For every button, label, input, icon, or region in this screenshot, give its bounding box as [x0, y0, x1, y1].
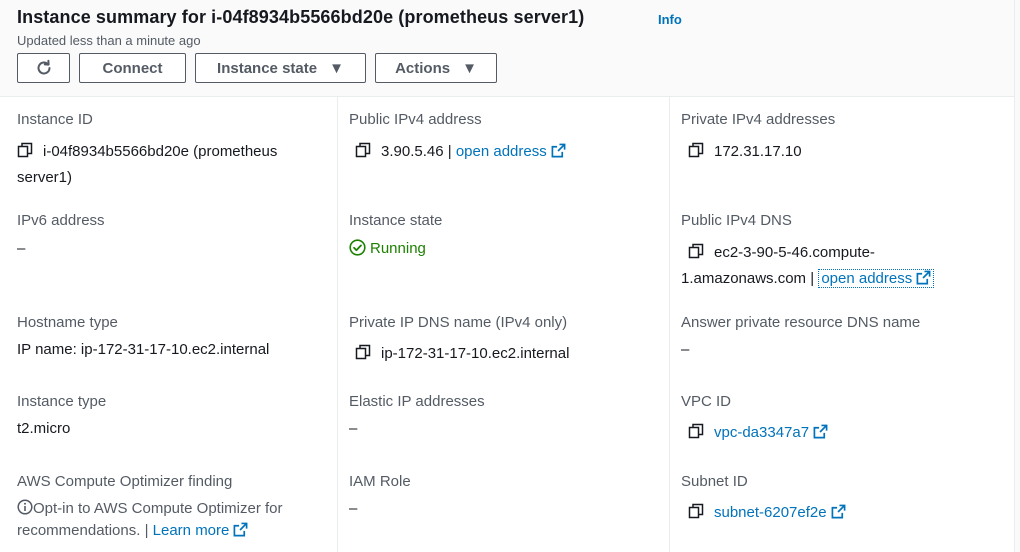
external-link-icon [916, 270, 931, 285]
iam-role-label: IAM Role [349, 473, 411, 490]
open-address-link[interactable]: open address [818, 269, 935, 288]
info-link[interactable]: Info [658, 12, 682, 27]
subnet-id-value: subnet-6207ef2e [688, 500, 846, 526]
right-edge [1014, 0, 1020, 552]
subnet-id-link-label: subnet-6207ef2e [714, 504, 827, 521]
answer-dns-label: Answer private resource DNS name [681, 314, 921, 331]
public-dns-text: ec2-3-90-5-46.compute- [714, 244, 875, 261]
optimizer-value-line2: recommendations. | Learn more [17, 518, 248, 544]
instance-state-button-label: Instance state [217, 59, 318, 77]
external-link-icon [813, 424, 828, 439]
optimizer-text: Opt-in to AWS Compute Optimizer for [33, 500, 283, 517]
copy-icon[interactable] [355, 344, 371, 360]
open-address-link-label: open address [455, 143, 547, 160]
private-dns-label: Private IP DNS name (IPv4 only) [349, 314, 568, 331]
instance-state-button[interactable]: Instance state ▼ [195, 53, 366, 83]
private-dns-value: ip-172-31-17-10.ec2.internal [355, 341, 569, 367]
external-link-icon [551, 143, 566, 158]
open-address-link[interactable]: open address [456, 143, 566, 160]
public-ipv4-label: Public IPv4 address [349, 111, 482, 128]
connect-button[interactable]: Connect [79, 53, 186, 83]
vpc-id-link-label: vpc-da3347a7 [714, 424, 810, 441]
copy-icon[interactable] [355, 142, 371, 158]
instance-id-value-line2: server1) [17, 169, 73, 186]
instance-state-value: Running [349, 236, 426, 262]
instance-id-value: i-04f8934b5566bd20e (prometheus [17, 139, 277, 165]
optimizer-label: AWS Compute Optimizer finding [17, 473, 233, 490]
instance-id-label: Instance ID [17, 111, 93, 128]
instance-state-label: Instance state [349, 212, 443, 229]
public-ipv4-text: 3.90.5.46 [381, 143, 444, 160]
public-dns-text-line2: 1.amazonaws.com [681, 270, 807, 287]
column-divider [337, 97, 338, 552]
page-title: Instance summary for i-04f8934b5566bd20e… [17, 7, 585, 27]
copy-icon[interactable] [688, 423, 704, 439]
instance-type-value: t2.micro [17, 420, 71, 437]
learn-more-link-label: Learn more [152, 522, 230, 539]
answer-dns-value: – [681, 341, 690, 358]
summary-header: Instance summary for i-04f8934b5566bd20e… [0, 0, 1014, 97]
subnet-id-label: Subnet ID [681, 473, 748, 490]
connect-button-label: Connect [102, 59, 163, 77]
private-ipv4-label: Private IPv4 addresses [681, 111, 836, 128]
hostname-type-label: Hostname type [17, 314, 118, 331]
separator: | [447, 143, 452, 160]
updated-timestamp: Updated less than a minute ago [17, 33, 201, 48]
separator: | [810, 270, 815, 287]
optimizer-text-line2: recommendations. [17, 522, 141, 539]
subnet-id-link[interactable]: subnet-6207ef2e [714, 504, 846, 521]
refresh-icon [37, 59, 50, 75]
copy-icon[interactable] [688, 503, 704, 519]
hostname-type-value: IP name: ip-172-31-17-10.ec2.internal [17, 341, 270, 358]
column-divider [669, 97, 670, 552]
private-ipv4-value: 172.31.17.10 [688, 139, 802, 165]
instance-type-label: Instance type [17, 393, 107, 410]
refresh-button[interactable] [17, 53, 70, 83]
public-dns-label: Public IPv4 DNS [681, 212, 792, 229]
iam-role-value: – [349, 500, 358, 517]
caret-down-icon: ▼ [462, 59, 477, 77]
elastic-ip-label: Elastic IP addresses [349, 393, 485, 410]
public-ipv4-value: 3.90.5.46 | open address [355, 139, 566, 165]
vpc-id-label: VPC ID [681, 393, 732, 410]
actions-button[interactable]: Actions ▼ [375, 53, 497, 83]
actions-button-label: Actions [395, 59, 451, 77]
ipv6-label: IPv6 address [17, 212, 105, 229]
external-link-icon [233, 522, 248, 537]
instance-id-text: i-04f8934b5566bd20e (prometheus [43, 143, 278, 160]
copy-icon[interactable] [688, 243, 704, 259]
vpc-id-value: vpc-da3347a7 [688, 420, 828, 446]
private-dns-text: ip-172-31-17-10.ec2.internal [381, 345, 570, 362]
ipv6-value: – [17, 240, 26, 257]
info-circle-icon [17, 499, 33, 515]
public-dns-value-line2: 1.amazonaws.com | open address [681, 266, 935, 292]
caret-down-icon: ▼ [329, 59, 344, 77]
learn-more-link[interactable]: Learn more [153, 522, 249, 539]
private-ipv4-text: 172.31.17.10 [714, 143, 802, 160]
copy-icon[interactable] [17, 142, 33, 158]
elastic-ip-value: – [349, 420, 358, 437]
external-link-icon [831, 504, 846, 519]
vpc-id-link[interactable]: vpc-da3347a7 [714, 424, 828, 441]
open-address-link-label: open address [821, 270, 913, 287]
public-dns-value: ec2-3-90-5-46.compute- [688, 240, 875, 266]
separator: | [144, 522, 149, 539]
running-status-text: Running [370, 240, 426, 257]
copy-icon[interactable] [688, 142, 704, 158]
check-circle-icon [349, 239, 366, 256]
